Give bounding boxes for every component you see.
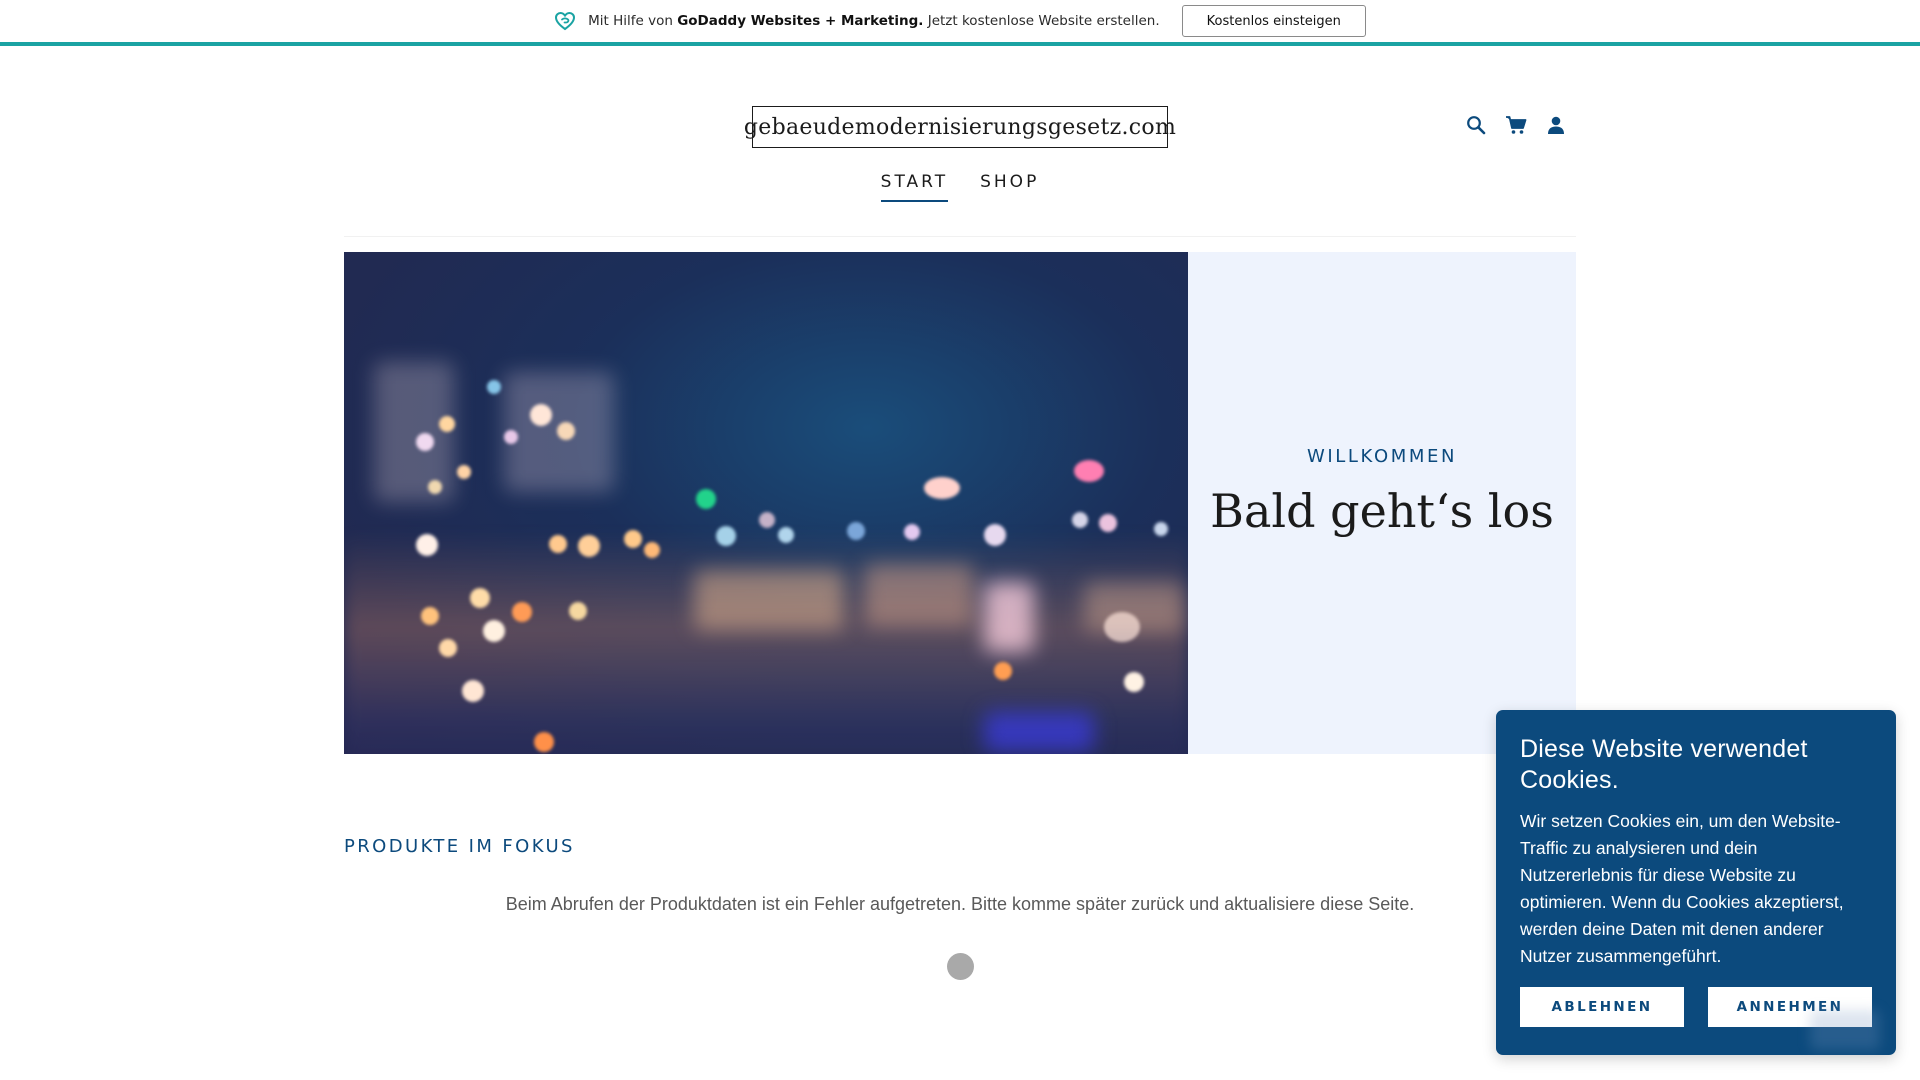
- account-icon[interactable]: [1544, 113, 1568, 137]
- promo-suffix: Jetzt kostenlose Website erstellen.: [927, 13, 1160, 29]
- cookie-banner-body: Wir setzen Cookies ein, um den Website-T…: [1520, 811, 1844, 966]
- nav-item-shop[interactable]: SHOP: [980, 172, 1039, 202]
- promo-text: Mit Hilfe von GoDaddy Websites + Marketi…: [588, 13, 1160, 29]
- search-icon[interactable]: [1464, 113, 1488, 137]
- nav-item-start[interactable]: START: [880, 172, 949, 202]
- hero-image: [344, 252, 1188, 754]
- godaddy-promo-bar: Mit Hilfe von GoDaddy Websites + Marketi…: [0, 0, 1920, 46]
- godaddy-heart-icon: [554, 10, 576, 32]
- hero-title: Bald geht‘s los: [1210, 484, 1554, 538]
- main-nav: START SHOP: [0, 172, 1920, 202]
- hero-eyebrow: WILLKOMMEN: [1306, 446, 1458, 467]
- site-title[interactable]: gebaeudemodernisierungsgesetz.com: [744, 106, 1176, 148]
- products-section-title: PRODUKTE IM FOKUS: [344, 836, 575, 857]
- cart-icon[interactable]: [1504, 113, 1528, 137]
- header-divider: [344, 236, 1576, 237]
- promo-cta-button[interactable]: Kostenlos einsteigen: [1181, 5, 1366, 37]
- cookie-banner-title: Diese Website verwendet Cookies.: [1520, 735, 1808, 794]
- cookie-decline-button[interactable]: ABLEHNEN: [1520, 987, 1684, 1027]
- cookie-banner: Diese Website verwendet Cookies. Wir set…: [1496, 710, 1896, 1055]
- loading-indicator: [947, 953, 974, 980]
- promo-prefix: Mit Hilfe von: [588, 13, 673, 29]
- corner-widget-shadow: [1810, 1010, 1880, 1050]
- promo-brand: GoDaddy Websites + Marketing.: [677, 13, 924, 29]
- header-utility-icons: [1464, 113, 1568, 137]
